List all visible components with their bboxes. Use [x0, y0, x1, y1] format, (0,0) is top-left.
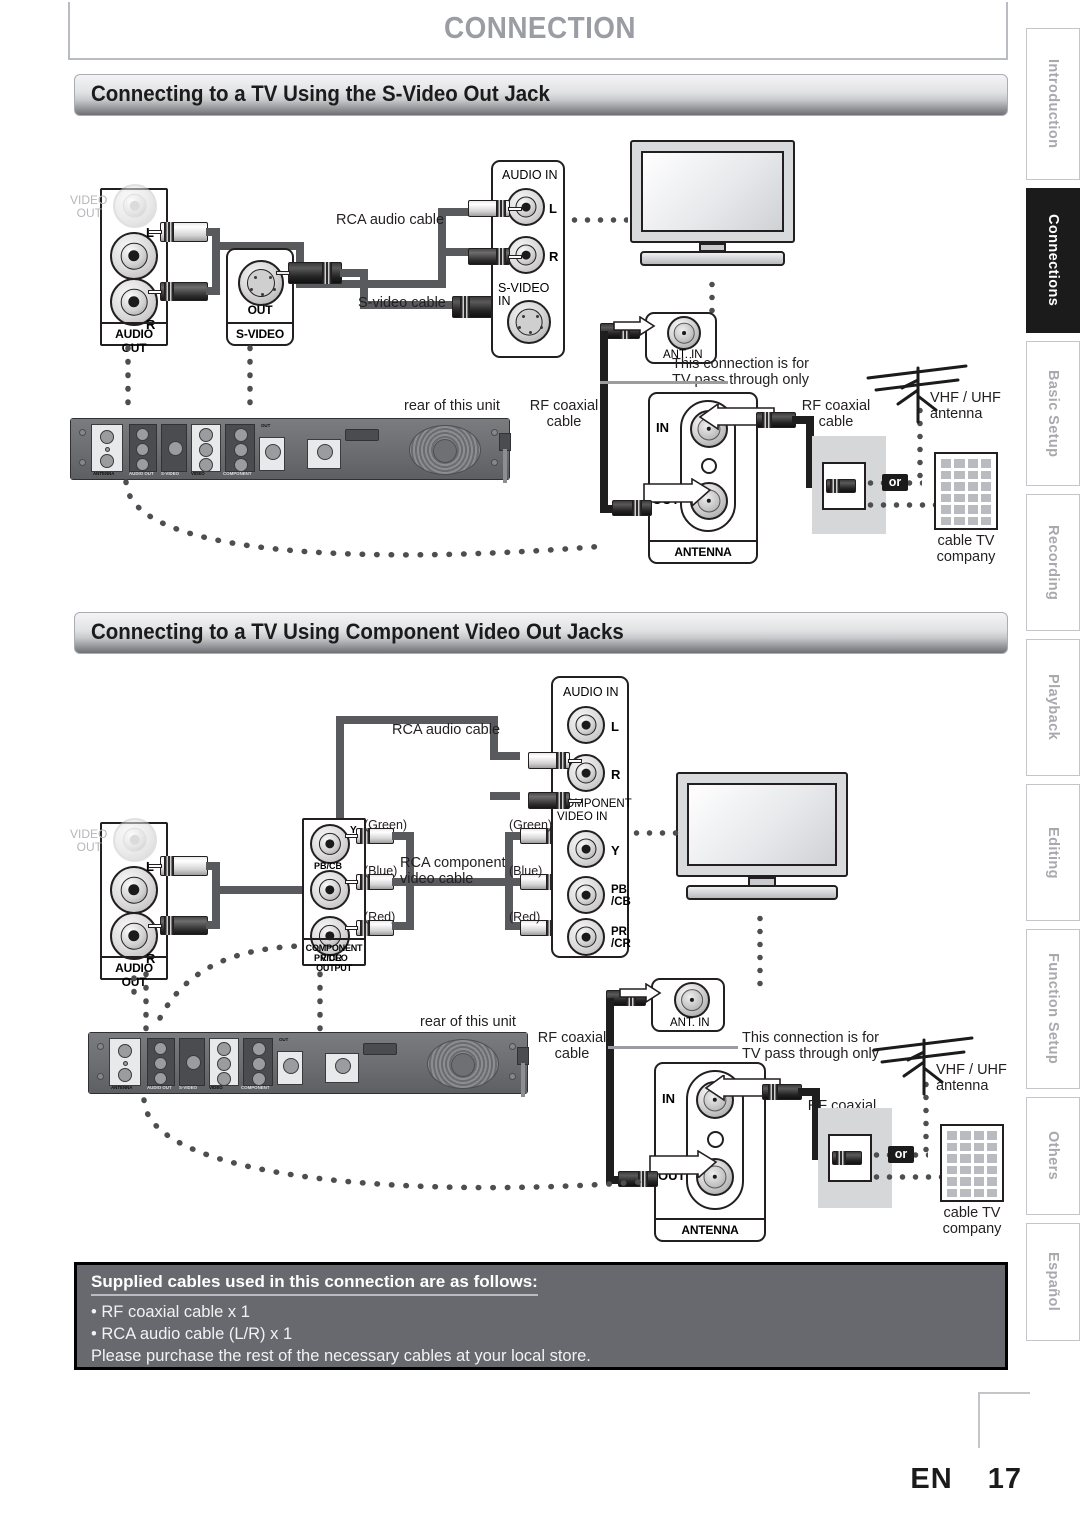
tv-comp-green-label: (Green) — [509, 818, 553, 832]
rca-plug-right-tv-2 — [528, 792, 582, 809]
tab-function-setup-label: Function Setup — [1045, 953, 1061, 1065]
tab-others-label: Others — [1045, 1131, 1061, 1181]
tab-others[interactable]: Others — [1026, 1097, 1080, 1215]
tab-playback-label: Playback — [1045, 674, 1061, 741]
tv-audio-right-label-2: R — [611, 767, 621, 782]
cable-company-label-2: cable TV company — [942, 1205, 1002, 1238]
tab-basic-setup-label: Basic Setup — [1045, 369, 1061, 458]
tab-function-setup[interactable]: Function Setup — [1026, 929, 1080, 1089]
footer-page-number: 17 — [987, 1463, 1022, 1495]
tab-connections-label: Connections — [1045, 214, 1061, 307]
television-2 — [676, 772, 848, 910]
tab-recording-label: Recording — [1045, 524, 1061, 601]
cable-seg — [212, 862, 220, 928]
cable-seg — [392, 922, 414, 930]
tv-comp-blue-label: (Blue) — [509, 864, 543, 878]
tab-editing[interactable]: Editing — [1026, 784, 1080, 921]
rca-audio-cable-label-2: RCA audio cable — [392, 722, 501, 738]
note-line-3: Please purchase the rest of the necessar… — [91, 1347, 591, 1365]
comp-out-y-jack — [310, 824, 350, 864]
note-title: Supplied cables used in this connection … — [91, 1272, 538, 1296]
page-footer: EN 17 — [910, 1463, 1022, 1496]
tv-comp-pb-jack — [567, 876, 605, 914]
diagram-component: L R AUDIO OUT VIDEO OUT RCA audio cable … — [0, 0, 1020, 1260]
tab-recording[interactable]: Recording — [1026, 494, 1080, 631]
antenna-panel-caption-2: ANTENNA — [656, 1218, 764, 1240]
tab-espanol-label: Español — [1045, 1252, 1061, 1312]
tv-comp-y-label: Y — [611, 843, 620, 858]
comp-out-pb-jack — [310, 870, 350, 910]
tv-audio-in-label-2: AUDIO IN — [563, 685, 619, 699]
tv-audio-in-left-jack-2 — [567, 706, 605, 744]
footer-rule — [978, 1392, 1030, 1448]
comp-out-red-label: (Red) — [364, 910, 396, 924]
tab-espanol[interactable]: Español — [1026, 1223, 1080, 1341]
tv-comp-y-jack — [567, 830, 605, 868]
leader-dots-tv-ant-2 — [756, 912, 764, 988]
vhf-uhf-label-2: VHF / UHF antenna — [936, 1062, 1007, 1095]
tv-audio-left-label-2: L — [611, 719, 619, 734]
rca-plug-right-source-2 — [148, 916, 208, 935]
pass-through-note-2: This connection is for TV pass through o… — [742, 1030, 880, 1063]
comp-out-blue-label: (Blue) — [364, 864, 398, 878]
tv-input-panel-2: AUDIO IN L R COMPONENT VIDEO IN Y PB /CB… — [551, 676, 632, 958]
supplied-cables-note: Supplied cables used in this connection … — [74, 1262, 1008, 1370]
cable-seg — [490, 792, 520, 800]
tv-comp-pb-label: PB /CB — [611, 884, 631, 909]
cable-seg — [206, 921, 220, 929]
tab-playback[interactable]: Playback — [1026, 639, 1080, 776]
coax-plug-wall-2 — [832, 1151, 862, 1165]
leader-curve-comp-2 — [157, 943, 303, 1021]
comp-out-pb-label: PB/CB — [314, 861, 343, 871]
antenna-ground-post-2 — [707, 1131, 724, 1148]
note-line-1: • RF coaxial cable x 1 — [91, 1303, 250, 1321]
manual-page: CONNECTION Connecting to a TV Using the … — [0, 0, 1080, 1524]
cable-company-building-2 — [940, 1124, 1004, 1202]
tv-comp-pr-jack — [567, 918, 605, 956]
video-out-jack-2 — [113, 818, 157, 862]
rca-plug-left-tv-2 — [528, 752, 582, 769]
chapter-tabs: Introduction Connections Basic Setup Rec… — [1026, 28, 1080, 1349]
note-line-2: • RCA audio cable (L/R) x 1 — [91, 1325, 293, 1343]
footer-language: EN — [910, 1463, 953, 1495]
comp-out-green-label: (Green) — [364, 818, 408, 832]
tab-editing-label: Editing — [1045, 826, 1061, 879]
tab-introduction[interactable]: Introduction — [1026, 28, 1080, 180]
leader-dots-wall-bottom-2 — [870, 1173, 948, 1181]
tab-connections[interactable]: Connections — [1026, 188, 1080, 333]
leader-dots-tv-2 — [630, 829, 680, 837]
tv-comp-pr-label: PR /CR — [611, 926, 631, 951]
tab-basic-setup[interactable]: Basic Setup — [1026, 341, 1080, 486]
tv-comp-red-label: (Red) — [509, 910, 541, 924]
rca-plug-left-source-2 — [148, 856, 208, 876]
rca-component-cable-label: RCA component video cable — [400, 855, 506, 888]
or-badge-2: or — [888, 1146, 914, 1163]
cable-seg — [490, 752, 520, 760]
tab-introduction-label: Introduction — [1045, 59, 1061, 149]
building-windows-2 — [947, 1131, 997, 1197]
video-out-label-2: VIDEO OUT — [70, 827, 108, 854]
